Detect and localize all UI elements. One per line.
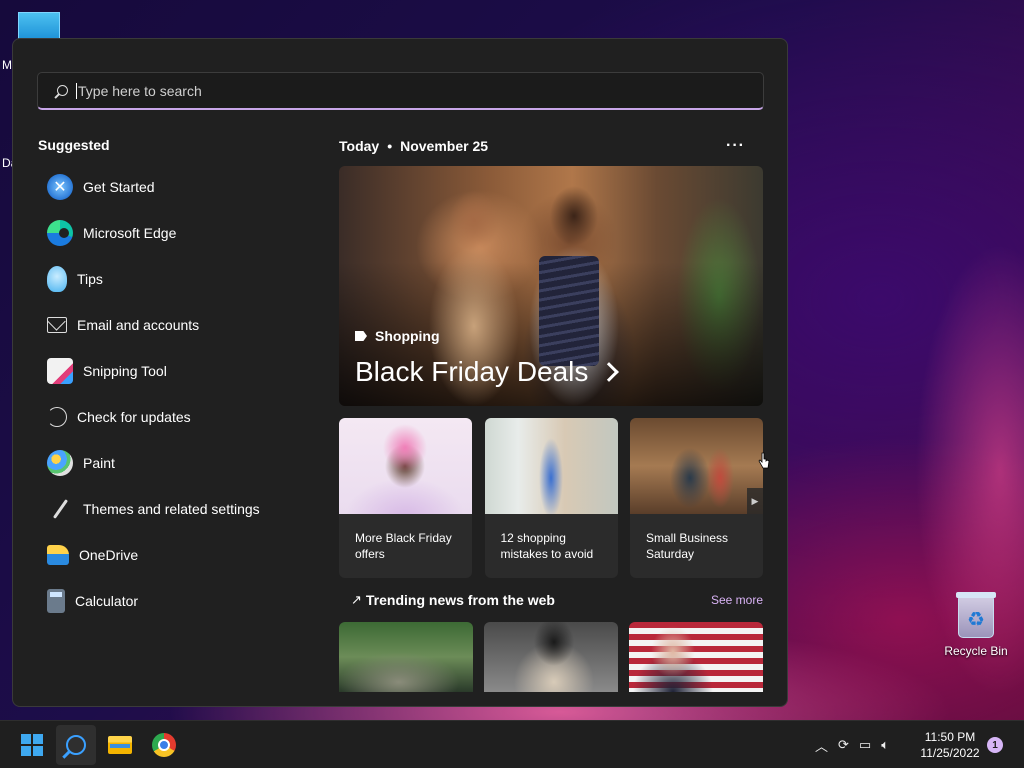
notification-badge[interactable]: 1	[987, 737, 1003, 753]
more-options-icon[interactable]: ···	[726, 137, 745, 155]
story-card[interactable]: More Black Friday offers	[339, 418, 472, 578]
story-card-image	[339, 418, 472, 514]
suggested-item-label: Microsoft Edge	[83, 225, 177, 241]
volume-icon[interactable]: 🔈︎	[881, 737, 889, 753]
hero-category: Shopping	[355, 328, 440, 344]
brush-icon-wrap	[47, 496, 73, 522]
tag-icon	[355, 331, 367, 341]
today-date: November 25	[400, 138, 489, 154]
update-alert-icon[interactable]: ⟳	[838, 737, 849, 753]
news-thumbnail[interactable]	[629, 622, 763, 692]
news-thumbnail[interactable]	[484, 622, 618, 692]
hand-cursor-icon	[758, 452, 770, 469]
suggested-item-snipping-tool[interactable]: Snipping Tool	[43, 348, 313, 394]
suggested-item-label: Calculator	[75, 593, 139, 609]
see-more-link[interactable]: See more	[711, 593, 763, 607]
story-card-image	[630, 418, 763, 514]
hero-card-black-friday[interactable]: Shopping Black Friday Deals	[339, 166, 763, 406]
suggested-item-label: Themes and related settings	[83, 501, 260, 517]
suggested-item-label: Email and accounts	[77, 317, 200, 333]
suggested-item-label: OneDrive	[79, 547, 139, 563]
desktop-icon-label: M	[2, 58, 12, 72]
scroll-right-icon[interactable]: ▶	[747, 488, 763, 514]
search-input[interactable]	[78, 73, 763, 108]
onedrive-icon	[47, 545, 69, 565]
file-explorer-button[interactable]	[100, 725, 140, 765]
trending-icon: ↗	[351, 592, 362, 607]
network-icon[interactable]: ▭	[859, 737, 871, 753]
suggested-item-label: Tips	[77, 271, 103, 287]
hero-image-shirt	[539, 256, 599, 366]
today-label: Today	[339, 138, 380, 154]
hero-headline: Black Friday Deals	[355, 356, 620, 388]
search-box[interactable]	[37, 72, 764, 110]
recycle-bin[interactable]: ♻ Recycle Bin	[940, 592, 1012, 658]
suggested-item-themes[interactable]: Themes and related settings	[43, 486, 313, 532]
clock-date: 11/25/2022	[920, 746, 980, 760]
trending-news-row	[339, 622, 763, 692]
recycle-bin-icon: ♻	[956, 592, 996, 638]
suggested-item-label: Snipping Tool	[83, 363, 167, 379]
story-card[interactable]: 12 shopping mistakes to avoid	[484, 418, 618, 578]
separator-dot: •	[387, 138, 393, 154]
suggested-item-tips[interactable]: Tips	[43, 256, 313, 302]
start-button[interactable]	[12, 725, 52, 765]
clock[interactable]: 11:50 PM 11/25/2022	[912, 729, 988, 761]
suggested-item-microsoft-edge[interactable]: Microsoft Edge	[43, 210, 313, 256]
story-card-caption: More Black Friday offers	[355, 531, 452, 561]
search-panel: Suggested ✕ Get Started Microsoft Edge T…	[12, 38, 788, 707]
chrome-icon	[152, 733, 176, 757]
suggested-item-paint[interactable]: Paint	[43, 440, 313, 486]
windows-logo-icon	[21, 734, 43, 756]
mail-icon	[47, 317, 67, 333]
taskbar: ︿ ⟳ ▭ 🔈︎ 11:50 PM 11/25/2022 1	[0, 720, 1024, 768]
story-cards: More Black Friday offers 12 shopping mis…	[339, 418, 763, 578]
story-card-caption: 12 shopping mistakes to avoid	[500, 531, 594, 561]
edge-icon	[47, 220, 73, 246]
suggested-title: Suggested	[38, 137, 110, 153]
suggested-item-get-started[interactable]: ✕ Get Started	[43, 164, 313, 210]
tips-icon	[47, 266, 67, 292]
calculator-icon	[47, 589, 65, 613]
today-header: Today • November 25 ···	[339, 136, 763, 156]
story-card-image	[484, 418, 618, 514]
suggested-item-email-accounts[interactable]: Email and accounts	[43, 302, 313, 348]
suggested-item-check-updates[interactable]: Check for updates	[43, 394, 313, 440]
search-taskbar-button[interactable]	[56, 725, 96, 765]
chevron-up-icon[interactable]: ︿	[815, 736, 828, 755]
get-started-icon: ✕	[47, 174, 73, 200]
text-caret	[76, 82, 77, 99]
brush-icon	[52, 499, 68, 519]
suggested-item-label: Get Started	[83, 179, 155, 195]
folder-icon	[108, 736, 132, 754]
news-thumbnail[interactable]	[339, 622, 473, 692]
search-icon	[38, 74, 76, 108]
system-tray: ︿ ⟳ ▭ 🔈︎	[810, 721, 894, 768]
chevron-right-icon	[599, 362, 620, 382]
suggested-list: ✕ Get Started Microsoft Edge Tips Email …	[43, 164, 313, 624]
snipping-tool-icon	[47, 358, 73, 384]
hero-category-label: Shopping	[375, 328, 440, 344]
suggested-item-onedrive[interactable]: OneDrive	[43, 532, 313, 578]
refresh-icon	[47, 407, 67, 427]
recycle-bin-label: Recycle Bin	[944, 644, 1008, 658]
suggested-item-label: Check for updates	[77, 409, 191, 425]
suggested-item-label: Paint	[83, 455, 115, 471]
story-card-caption: Small Business Saturday	[646, 531, 729, 561]
story-card[interactable]: ▶ Small Business Saturday	[630, 418, 763, 578]
trending-title: Trending news from the web	[365, 592, 555, 608]
chrome-button[interactable]	[144, 725, 184, 765]
trending-header: ↗ Trending news from the web See more	[351, 592, 763, 608]
clock-time: 11:50 PM	[924, 730, 976, 744]
search-icon	[66, 735, 86, 755]
hero-headline-text: Black Friday Deals	[355, 356, 589, 387]
suggested-item-calculator[interactable]: Calculator	[43, 578, 313, 624]
paint-icon	[47, 450, 73, 476]
